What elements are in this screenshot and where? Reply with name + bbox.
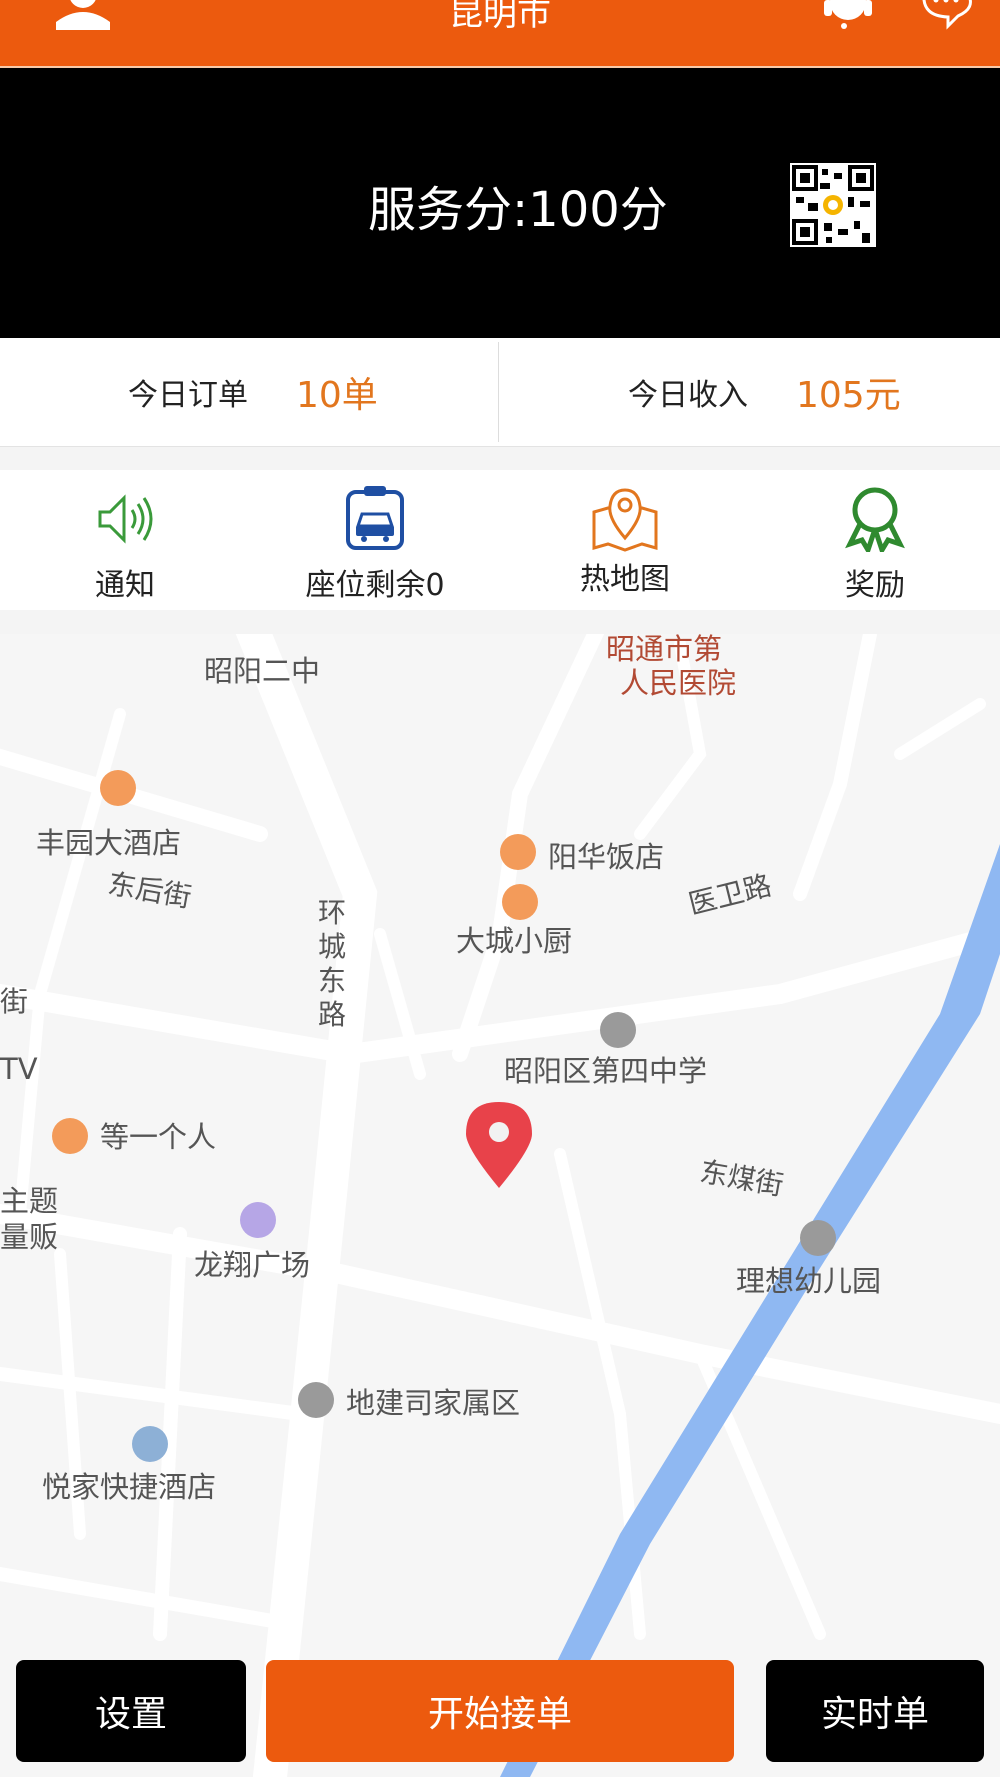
hotel-icon <box>132 1426 168 1462</box>
map-poi: 阳华饭店 <box>548 840 665 874</box>
map-poi: 丰园大酒店 <box>36 826 182 860</box>
speaker-icon <box>98 494 153 544</box>
quick-action-notify[interactable]: 通知 <box>0 470 250 610</box>
shopping-icon <box>240 1202 276 1238</box>
map-poi: 悦家快捷酒店 <box>42 1470 217 1504</box>
road-label: 街 <box>0 985 29 1018</box>
bar-icon <box>52 1118 88 1154</box>
map-poi: 量贩 <box>0 1220 59 1254</box>
realtime-orders-button[interactable]: 实时单 <box>766 1660 984 1762</box>
map-poi: 龙翔广场 <box>194 1248 311 1282</box>
map-poi: 等一个人 <box>100 1120 217 1154</box>
quick-action-label: 座位剩余0 <box>305 568 445 603</box>
start-orders-button[interactable]: 开始接单 <box>266 1660 734 1762</box>
stats-divider <box>498 342 499 442</box>
map-poi: 地建司家属区 <box>346 1386 521 1420</box>
settings-button[interactable]: 设置 <box>16 1660 246 1762</box>
today-income-value: 105元 <box>796 375 901 416</box>
map-pin-icon <box>592 488 658 552</box>
quick-action-heatmap[interactable]: 热地图 <box>500 470 750 610</box>
school-icon <box>600 1012 636 1048</box>
restaurant-icon <box>500 834 536 870</box>
today-orders-label: 今日订单 <box>128 378 248 413</box>
road-label: 环城东路 <box>318 896 347 1031</box>
service-score-banner: 服务分:100分 <box>0 68 1000 338</box>
map-view[interactable]: 昭阳二中 昭通市第 人民医院 丰园大酒店 阳华饭店 大城小厨 昭阳区第四中学 T… <box>0 634 1000 1777</box>
qr-code-icon[interactable] <box>790 163 876 247</box>
service-score: 服务分:100分 <box>368 182 668 238</box>
award-icon <box>845 487 905 552</box>
location-pin-icon[interactable] <box>462 1100 536 1190</box>
school-icon <box>800 1220 836 1256</box>
quick-action-label: 奖励 <box>845 568 905 603</box>
quick-actions: 通知 座位剩余0 热地图 奖励 <box>0 470 1000 610</box>
map-poi: 大城小厨 <box>456 924 573 958</box>
today-income[interactable]: 今日收入 105元 <box>628 338 901 446</box>
map-roads <box>0 634 1000 1777</box>
map-poi: 人民医院 <box>620 666 737 700</box>
map-poi: 昭阳二中 <box>204 654 321 688</box>
today-orders-value: 10单 <box>296 375 378 416</box>
message-icon[interactable] <box>918 0 974 34</box>
car-seat-icon <box>346 486 404 550</box>
quick-action-rewards[interactable]: 奖励 <box>750 470 1000 610</box>
today-stats: 今日订单 10单 今日收入 105元 <box>0 338 1000 447</box>
top-bar: 昆明市 <box>0 0 1000 68</box>
restaurant-icon <box>100 770 136 806</box>
today-orders[interactable]: 今日订单 10单 <box>128 338 378 446</box>
today-income-label: 今日收入 <box>628 378 748 413</box>
restaurant-icon <box>502 884 538 920</box>
map-poi: TV <box>0 1052 38 1086</box>
home-icon <box>298 1382 334 1418</box>
map-poi: 昭阳区第四中学 <box>504 1054 708 1088</box>
customer-service-icon[interactable] <box>820 0 876 36</box>
map-poi: 理想幼儿园 <box>736 1264 882 1298</box>
quick-action-seats[interactable]: 座位剩余0 <box>250 470 500 610</box>
quick-action-label: 热地图 <box>580 562 670 597</box>
quick-action-label: 通知 <box>95 568 155 603</box>
